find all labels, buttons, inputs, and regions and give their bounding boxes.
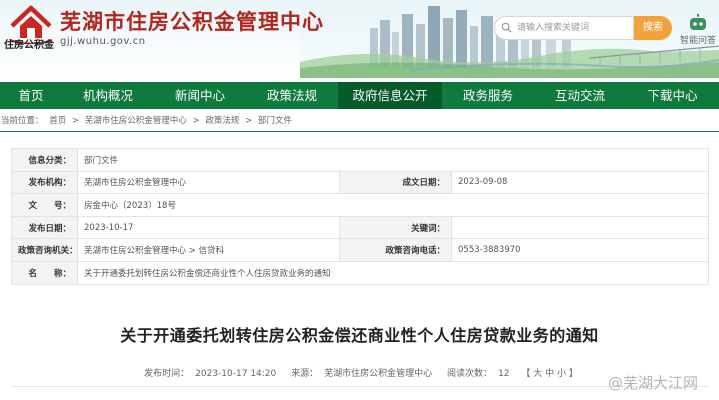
table-row: 文 号： 房金中心〔2023〕18号	[11, 193, 709, 217]
meta-divider	[11, 386, 708, 387]
breadcrumb: 当前位置： 首页 > 芜湖市住房公积金管理中心 > 政策法规 > 部门文件	[0, 112, 719, 130]
breadcrumb-prefix: 当前位置：	[1, 116, 44, 126]
robot-label: 智能问答	[680, 36, 717, 46]
table-row: 发布机构： 芜湖市住房公积金管理中心 成文日期： 2023-09-08	[11, 170, 709, 195]
doc-number-value: 房金中心〔2023〕18号	[77, 193, 709, 217]
keywords-value	[451, 215, 709, 240]
table-row: 政策咨询机关： 芜湖市住房公积金管理中心 > 信贷科 政策咨询电话： 0553-…	[11, 238, 709, 262]
font-size-switcher[interactable]: 【 大 中 小 】	[521, 369, 577, 379]
publisher-value: 芜湖市住房公积金管理中心	[77, 170, 340, 195]
table-row: 信息分类： 部门文件	[11, 148, 709, 172]
consult-org-label: 政策咨询机关：	[11, 238, 78, 262]
smart-qa-button[interactable]: 智能问答	[680, 14, 716, 46]
table-row: 名 称： 关于开通委托划转住房公积金偿还商业性个人住房贷款业务的通知	[11, 260, 709, 285]
doc-number-label: 文 号：	[11, 193, 78, 217]
search-input[interactable]: 请输入搜索关键词	[494, 16, 634, 40]
document-info-table: 信息分类： 部门文件 发布机构： 芜湖市住房公积金管理中心 成文日期： 2023…	[11, 148, 709, 285]
category-value: 部门文件	[77, 148, 709, 172]
nav-policy[interactable]: 政策法规	[246, 82, 338, 109]
consult-org-value: 芜湖市住房公积金管理中心 > 信贷科	[77, 238, 340, 262]
source-value: 芜湖市住房公积金管理中心	[324, 369, 433, 379]
source-label: 来源：	[291, 369, 319, 379]
consult-phone-label: 政策咨询电话：	[339, 238, 452, 262]
weibo-watermark: @芜湖大江网	[608, 372, 698, 393]
site-url[interactable]: gjj.wuhu.gov.cn	[60, 36, 146, 47]
views-value: 12	[498, 369, 510, 379]
site-title: 芜湖市住房公积金管理中心	[60, 10, 324, 34]
nav-gov-info[interactable]: 政府信息公开	[338, 82, 442, 109]
table-row: 发布日期： 2023-10-17 关键词：	[11, 215, 709, 240]
doc-name-label: 名 称：	[11, 260, 78, 285]
keywords-label: 关键词：	[339, 215, 452, 240]
breadcrumb-policy[interactable]: 政策法规	[205, 116, 239, 126]
publish-date-label: 发布日期：	[11, 215, 78, 240]
nav-downloads[interactable]: 下载中心	[626, 82, 719, 109]
published-value: 2023-10-17 14:20	[195, 369, 277, 379]
breadcrumb-dept-docs[interactable]: 部门文件	[258, 116, 292, 126]
breadcrumb-separator: >	[71, 116, 80, 126]
publish-date-value: 2023-10-17	[77, 215, 340, 240]
site-subtitle: 住房公积金	[4, 40, 54, 51]
breadcrumb-separator: >	[192, 116, 200, 126]
doc-name-value: 关于开通委托划转住房公积金偿还商业性个人住房贷款业务的通知	[77, 260, 709, 285]
breadcrumb-center[interactable]: 芜湖市住房公积金管理中心	[85, 116, 187, 126]
publisher-label: 发布机构：	[11, 170, 78, 195]
article-title: 关于开通委托划转住房公积金偿还商业性个人住房贷款业务的通知	[120, 326, 599, 345]
breadcrumb-separator: >	[245, 116, 253, 126]
search-icon	[501, 22, 512, 33]
nav-services[interactable]: 政务服务	[442, 82, 534, 109]
created-date-value: 2023-09-08	[451, 170, 709, 195]
nav-news[interactable]: 新闻中心	[154, 82, 246, 109]
watermark-text: @芜湖大江网	[608, 374, 699, 392]
consult-phone-value: 0553-3883970	[451, 238, 709, 262]
nav-about[interactable]: 机构概况	[62, 82, 154, 109]
search-button[interactable]: 搜索	[634, 16, 672, 40]
published-label: 发布时间：	[144, 369, 190, 379]
breadcrumb-divider	[0, 131, 719, 132]
robot-icon	[690, 14, 706, 30]
main-nav: 首页 机构概况 新闻中心 政策法规 政府信息公开 政务服务 互动交流 下载中心	[0, 82, 719, 109]
category-label: 信息分类：	[11, 148, 78, 172]
site-header: 芜湖市住房公积金管理中心 住房公积金 gjj.wuhu.gov.cn 请输入搜索…	[0, 0, 719, 78]
views-label: 阅读次数：	[447, 369, 493, 379]
nav-home[interactable]: 首页	[0, 82, 62, 109]
nav-interaction[interactable]: 互动交流	[534, 82, 626, 109]
breadcrumb-home[interactable]: 首页	[49, 116, 66, 126]
created-date-label: 成文日期：	[339, 170, 452, 195]
